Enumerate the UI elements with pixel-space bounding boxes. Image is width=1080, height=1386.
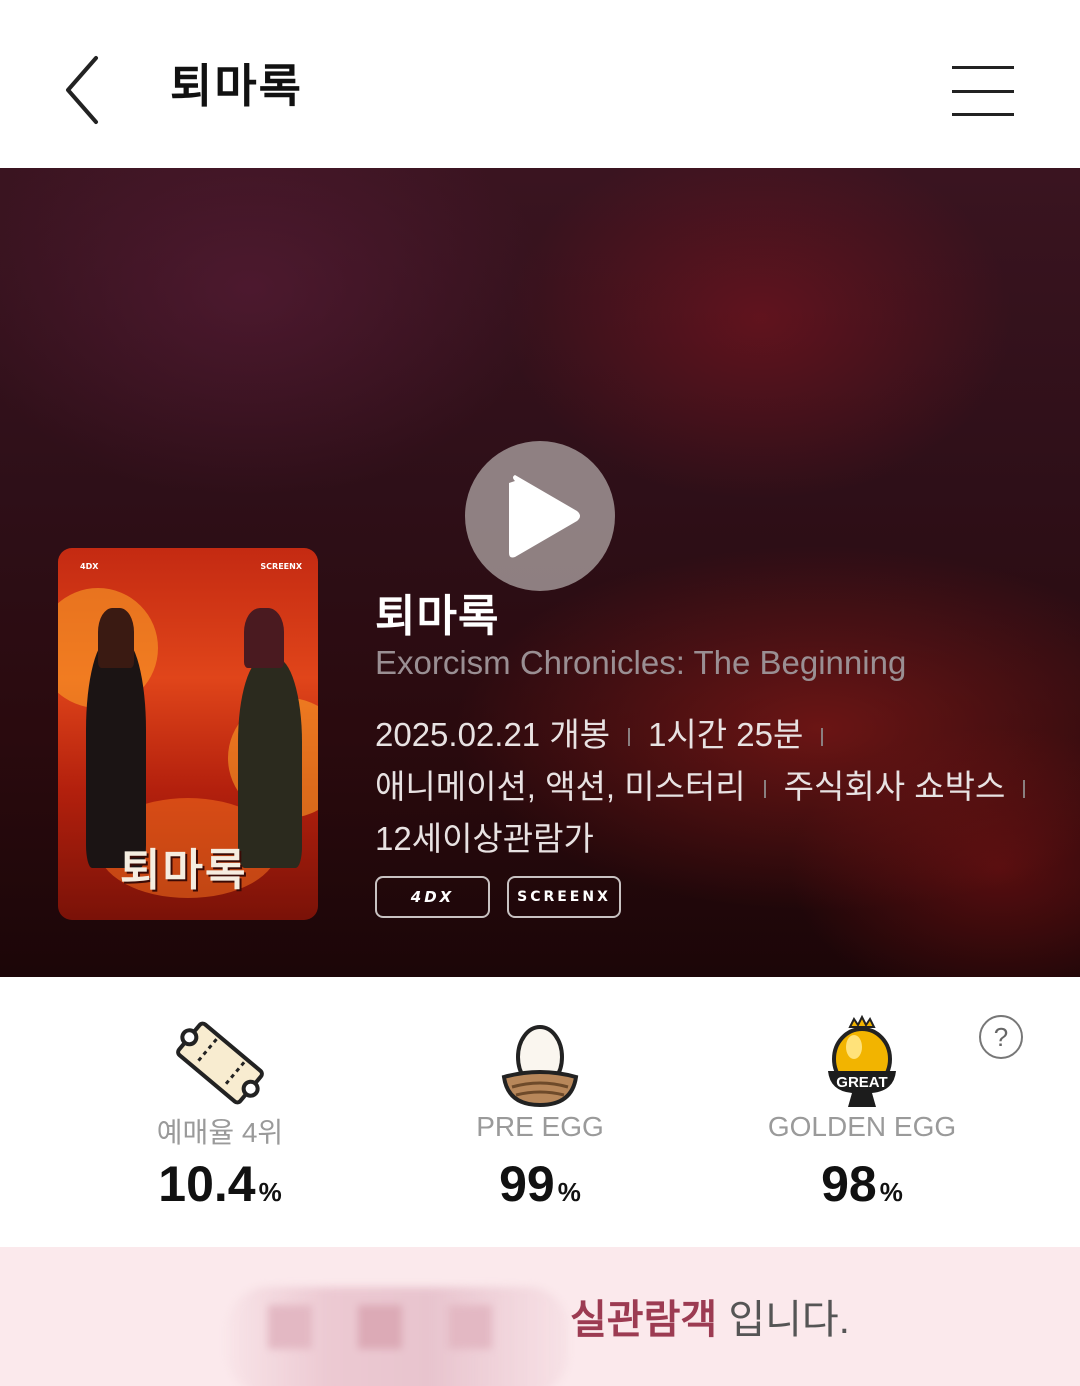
stat-label: PRE EGG xyxy=(476,1111,604,1142)
svg-text:GREAT: GREAT xyxy=(836,1074,887,1091)
genres: 애니메이션, 액션, 미스터리 xyxy=(375,768,746,805)
stat-label: GOLDEN EGG xyxy=(767,1111,957,1142)
egg-nest-icon xyxy=(501,1025,579,1108)
top-app-bar: 퇴마록 xyxy=(0,0,1080,168)
movie-meta-row: 애니메이션, 액션, 미스터리 주식회사 쇼박스 xyxy=(375,760,1043,808)
divider xyxy=(628,728,631,747)
divider xyxy=(763,780,766,799)
golden-egg-great-icon: GREAT xyxy=(828,1015,896,1107)
distributor: 주식회사 쇼박스 xyxy=(783,768,1006,805)
age-rating: 12세이상관람가 xyxy=(375,820,594,857)
audience-status-text: 실관람객 입니다. xyxy=(570,1298,850,1342)
movie-hero: 4DX SCREENX 퇴마록 퇴마록 Exorcism Chronicles:… xyxy=(0,168,1080,977)
chevron-left-icon xyxy=(66,56,98,124)
menu-icon-line xyxy=(952,90,1014,93)
help-button[interactable]: ? xyxy=(979,1015,1023,1059)
stat-value: 99% xyxy=(499,1156,581,1212)
back-button[interactable] xyxy=(56,52,112,128)
menu-button[interactable] xyxy=(952,64,1014,120)
stat-value: 10.4% xyxy=(158,1156,282,1212)
movie-original-title: Exorcism Chronicles: The Beginning xyxy=(375,644,907,681)
blurred-username xyxy=(228,1287,568,1386)
poster-badge-screenx: SCREENX xyxy=(260,562,302,571)
format-tag-4dx: 4DX xyxy=(375,876,490,918)
divider xyxy=(1023,780,1026,799)
movie-title: 퇴마록 xyxy=(375,591,500,642)
movie-poster[interactable]: 4DX SCREENX 퇴마록 xyxy=(58,548,318,920)
format-tag-screenx: SCREENX xyxy=(507,876,621,918)
page-title: 퇴마록 xyxy=(170,59,303,113)
poster-figure xyxy=(244,608,284,668)
stat-golden-egg: GREAT GOLDEN EGG 98% xyxy=(697,977,1027,1247)
poster-title: 퇴마록 xyxy=(120,845,248,896)
stat-label: 예매율 4위 xyxy=(156,1117,284,1148)
menu-icon xyxy=(952,66,1014,69)
menu-icon-line xyxy=(952,113,1014,116)
play-icon xyxy=(509,475,580,558)
runtime: 1시간 25분 xyxy=(648,716,804,753)
poster-figure xyxy=(238,658,302,868)
release-date: 2025.02.21 개봉 xyxy=(375,716,611,753)
audience-banner: 실관람객 입니다. xyxy=(0,1247,1080,1386)
stat-value: 98% xyxy=(821,1156,903,1212)
stat-booking-rate: 예매율 4위 10.4% xyxy=(55,977,385,1247)
divider xyxy=(821,728,824,747)
poster-badge-4dx: 4DX xyxy=(80,562,99,571)
ticket-icon xyxy=(176,1021,264,1105)
stat-pre-egg: PRE EGG 99% xyxy=(375,977,705,1247)
movie-meta-row: 2025.02.21 개봉 1시간 25분 xyxy=(375,708,841,756)
poster-figure xyxy=(98,608,134,668)
play-trailer-button[interactable] xyxy=(465,441,615,591)
movie-stats: 예매율 4위 10.4% PRE EGG 99% GREAT GOLDEN EG… xyxy=(0,977,1080,1247)
